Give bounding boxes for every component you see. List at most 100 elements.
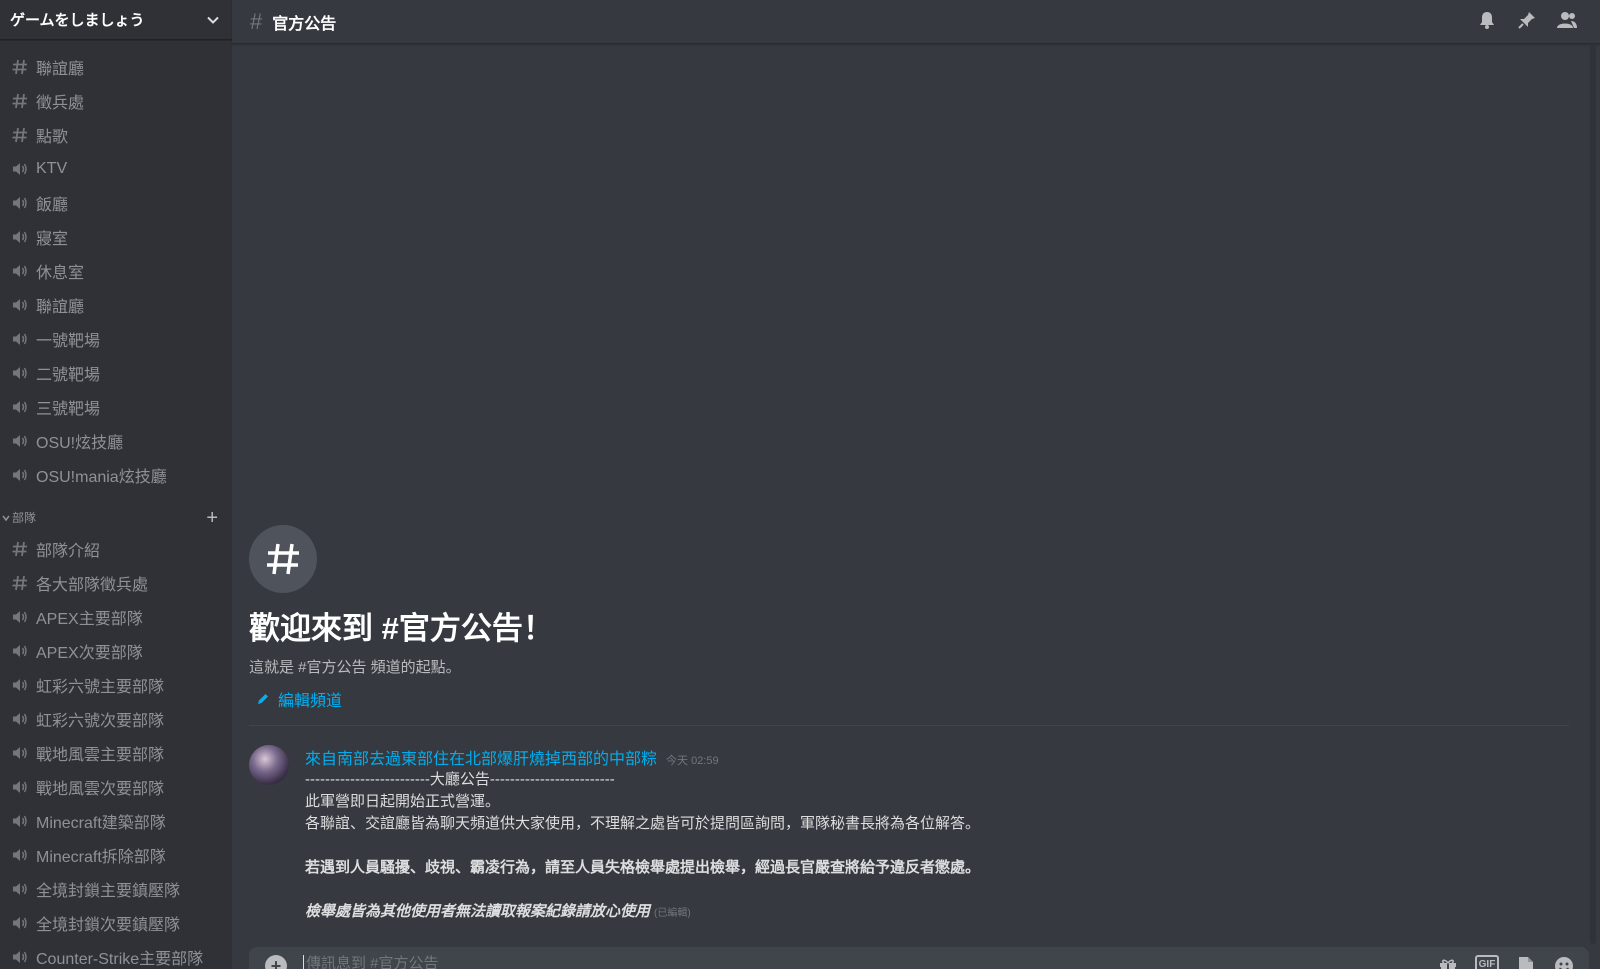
message-timestamp: 今天 02:59	[666, 755, 719, 767]
message-line-italic: 檢舉處皆為其他使用者無法讀取報案紀錄請放心使用 (已編輯)	[305, 901, 980, 925]
channel-label: 聯誼廳	[36, 61, 85, 78]
message-composer: + GIF	[249, 947, 1589, 969]
speaker-icon	[10, 709, 30, 729]
scrollbar[interactable]	[1590, 44, 1596, 944]
message-line: 若遇到人員騷擾、歧視、霸凌行為，請至人員失格檢舉處提出檢舉，經過長官嚴查將給予違…	[305, 859, 981, 876]
channel-item[interactable]: Minecraft建築部隊	[0, 804, 232, 838]
message: 來自南部去過東部住在北部爆肝燒掉西部的中部粽 今天 02:59 --------…	[249, 745, 980, 925]
channel-item[interactable]: 各大部隊徵兵處	[0, 566, 232, 600]
channel-item[interactable]: 全境封鎖次要鎮壓隊	[0, 906, 232, 940]
channel-item[interactable]: 部隊介紹	[0, 532, 232, 566]
speaker-icon	[10, 845, 30, 865]
pin-icon[interactable]	[1516, 9, 1538, 31]
server-header[interactable]: ゲームをしましょう	[0, 0, 232, 40]
channel-label: 戰地風雲主要部隊	[36, 747, 165, 764]
channel-label: KTV	[36, 160, 68, 177]
channel-label: OSU!mania炫技廳	[36, 469, 167, 486]
channel-item[interactable]: OSU!mania炫技廳	[0, 458, 232, 492]
channel-label: 全境封鎖主要鎮壓隊	[36, 883, 181, 900]
discord-app: ゲームをしましょう 聯誼廳 徵兵處 點歌 KTV 飯廳 寢室 休息室 聯誼廳 一號靶場 二號靶場三…	[0, 0, 1600, 969]
channel-item[interactable]: KTV	[0, 152, 232, 186]
channel-label: 寢室	[36, 231, 69, 248]
members-icon[interactable]	[1556, 9, 1578, 31]
channel-item[interactable]: 一號靶場	[0, 322, 232, 356]
channel-label: APEX次要部隊	[36, 645, 143, 662]
speaker-icon	[10, 675, 30, 695]
channel-label: 虹彩六號主要部隊	[36, 679, 165, 696]
channel-label: 聯誼廳	[36, 299, 85, 316]
message-header: 來自南部去過東部住在北部爆肝燒掉西部的中部粽 今天 02:59	[305, 745, 980, 769]
category-header[interactable]: 部隊 +	[0, 492, 232, 532]
channel-label: 部隊介紹	[36, 543, 101, 560]
channel-label: 一號靶場	[36, 333, 101, 350]
welcome-subtitle: 這就是 #官方公告 頻道的起點。	[249, 659, 461, 676]
message-author[interactable]: 來自南部去過東部住在北部爆肝燒掉西部的中部粽	[305, 745, 657, 769]
message-line: 各聯誼、交誼廳皆為聊天頻道供大家使用，不理解之處皆可於提問區詢問，軍隊秘書長將為…	[305, 815, 981, 832]
channel-item[interactable]: APEX主要部隊	[0, 600, 232, 634]
channel-label: Counter-Strike主要部隊	[36, 951, 204, 968]
hash-icon	[10, 539, 30, 559]
edited-tag: (已編輯)	[654, 908, 691, 919]
message-body: 來自南部去過東部住在北部爆肝燒掉西部的中部粽 今天 02:59 --------…	[305, 745, 980, 925]
edit-channel-button[interactable]: 編輯頻道	[249, 687, 554, 711]
channel-item[interactable]: OSU!炫技廳	[0, 424, 232, 458]
speaker-icon	[10, 159, 30, 179]
category-name: 部隊	[12, 511, 37, 525]
divider	[249, 725, 1569, 726]
speaker-icon	[10, 295, 30, 315]
channel-item[interactable]: 虹彩六號主要部隊	[0, 668, 232, 702]
channel-item[interactable]: 休息室	[0, 254, 232, 288]
speaker-icon	[10, 641, 30, 661]
channel-label: 徵兵處	[36, 95, 85, 112]
channel-label: 全境封鎖次要鎮壓隊	[36, 917, 181, 934]
header-toolbar	[1476, 9, 1578, 31]
speaker-icon	[10, 431, 30, 451]
channel-item[interactable]: 二號靶場	[0, 356, 232, 390]
bell-icon[interactable]	[1476, 9, 1498, 31]
composer-toolbar: GIF	[1437, 955, 1575, 969]
channel-item[interactable]: 飯廳	[0, 186, 232, 220]
message-line-text: 檢舉處皆為其他使用者無法讀取報案紀錄請放心使用	[305, 903, 651, 920]
channel-label: Minecraft拆除部隊	[36, 849, 166, 866]
channel-item[interactable]: 聯誼廳	[0, 50, 232, 84]
speaker-icon	[10, 879, 30, 899]
emoji-icon[interactable]	[1553, 955, 1575, 969]
speaker-icon	[10, 363, 30, 383]
channel-label: 二號靶場	[36, 367, 101, 384]
speaker-icon	[10, 261, 30, 281]
add-channel-button[interactable]: +	[206, 508, 218, 528]
channel-item[interactable]: 全境封鎖主要鎮壓隊	[0, 872, 232, 906]
speaker-icon	[10, 947, 30, 967]
channel-item[interactable]: 點歌	[0, 118, 232, 152]
message-input[interactable]	[303, 955, 1403, 969]
channel-item[interactable]: 虹彩六號次要部隊	[0, 702, 232, 736]
gif-button[interactable]: GIF	[1475, 955, 1499, 969]
channel-title: 官方公告	[272, 15, 337, 33]
channel-item[interactable]: 戰地風雲主要部隊	[0, 736, 232, 770]
channel-label: 飯廳	[36, 197, 69, 214]
chat-area: # 官方公告 歡迎來到 #官方公告！ 這就是 #官方公告 頻道的起點。 編輯頻道…	[232, 0, 1600, 969]
channel-item[interactable]: 戰地風雲次要部隊	[0, 770, 232, 804]
pencil-icon	[258, 694, 268, 704]
server-name: ゲームをしましょう	[10, 12, 145, 29]
channel-label: 三號靶場	[36, 401, 101, 418]
channel-item[interactable]: APEX次要部隊	[0, 634, 232, 668]
gift-icon[interactable]	[1437, 955, 1459, 969]
channel-item[interactable]: 徵兵處	[0, 84, 232, 118]
channel-item[interactable]: 寢室	[0, 220, 232, 254]
channel-item[interactable]: 聯誼廳	[0, 288, 232, 322]
speaker-icon	[10, 811, 30, 831]
channel-label: APEX主要部隊	[36, 611, 143, 628]
avatar[interactable]	[249, 745, 289, 785]
channel-item[interactable]: Minecraft拆除部隊	[0, 838, 232, 872]
speaker-icon	[10, 607, 30, 627]
speaker-icon	[10, 227, 30, 247]
upload-button[interactable]: +	[265, 955, 287, 969]
sticker-icon[interactable]	[1515, 955, 1537, 969]
chevron-down-icon	[207, 16, 219, 24]
channel-item[interactable]: Counter-Strike主要部隊	[0, 940, 232, 969]
channel-item[interactable]: 三號靶場	[0, 390, 232, 424]
edit-channel-label: 編輯頻道	[278, 693, 343, 710]
speaker-icon	[10, 913, 30, 933]
channel-header: # 官方公告	[232, 0, 1600, 44]
